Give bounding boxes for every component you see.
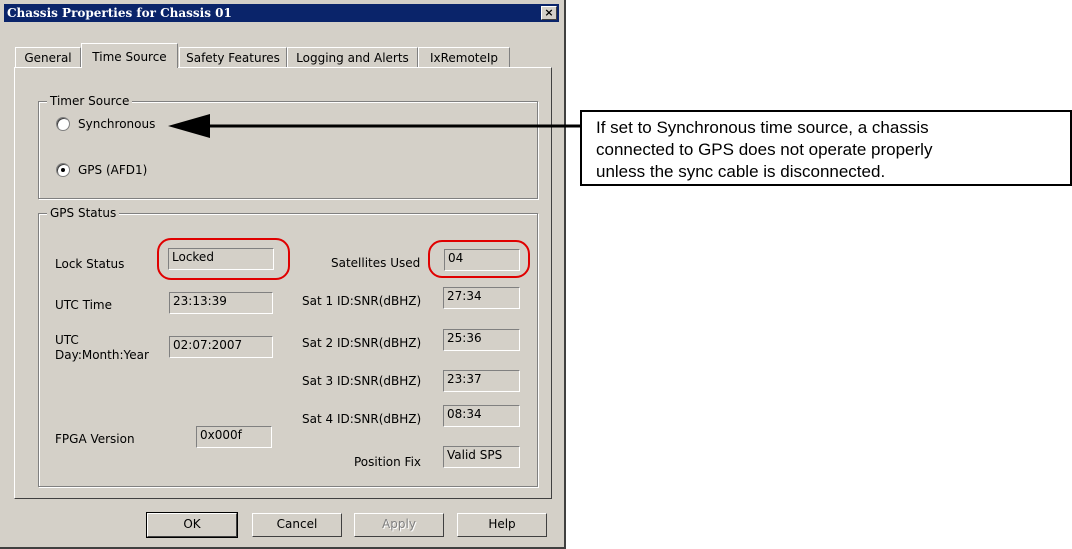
callout-arrow	[168, 114, 580, 138]
tab-time-source[interactable]: Time Source	[81, 43, 178, 68]
callout-arrow-head	[168, 114, 210, 138]
callout-line-1: If set to Synchronous time source, a cha…	[596, 118, 929, 137]
callout-line-3: unless the sync cable is disconnected.	[596, 162, 886, 181]
callout-line-2: connected to GPS does not operate proper…	[596, 140, 933, 159]
annotation-callout-box: If set to Synchronous time source, a cha…	[580, 110, 1072, 186]
